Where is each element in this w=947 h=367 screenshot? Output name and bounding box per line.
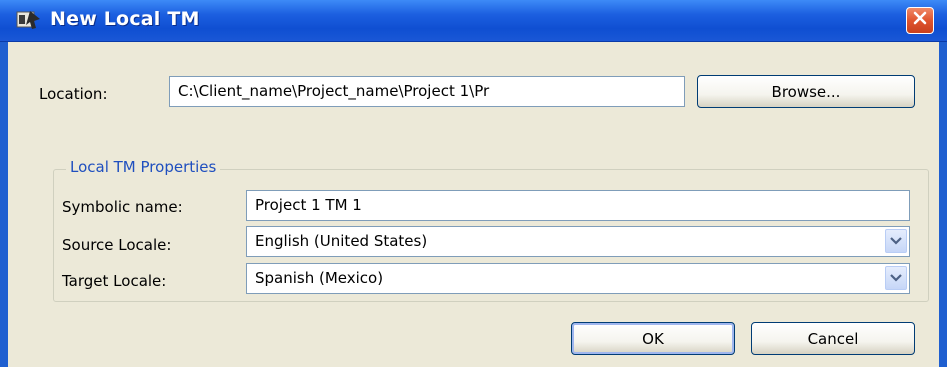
symbolic-name-label: Symbolic name: [62, 198, 183, 216]
browse-button[interactable]: Browse... [697, 75, 915, 108]
title-bar[interactable]: New Local TM [0, 0, 947, 42]
source-locale-dropdown-button[interactable] [885, 229, 907, 253]
location-field[interactable]: C:\Client_name\Project_name\Project 1\Pr [169, 76, 685, 107]
source-locale-select[interactable]: English (United States) [246, 226, 910, 257]
chevron-down-icon [890, 269, 902, 287]
window-title: New Local TM [50, 8, 200, 30]
close-button[interactable] [906, 7, 934, 34]
ok-button[interactable]: OK [571, 322, 735, 355]
source-locale-value: English (United States) [255, 232, 428, 250]
symbolic-name-field[interactable]: Project 1 TM 1 [246, 190, 910, 221]
group-label: Local TM Properties [66, 158, 221, 176]
chevron-down-icon [890, 232, 902, 250]
target-locale-label: Target Locale: [62, 272, 167, 290]
close-icon [912, 10, 928, 31]
location-label: Location: [39, 85, 108, 103]
target-locale-select[interactable]: Spanish (Mexico) [246, 263, 910, 294]
source-locale-label: Source Locale: [62, 236, 172, 254]
target-locale-dropdown-button[interactable] [885, 266, 907, 290]
target-locale-value: Spanish (Mexico) [255, 269, 384, 287]
app-icon [16, 9, 42, 31]
cancel-button[interactable]: Cancel [751, 322, 915, 355]
dialog-body: Location: C:\Client_name\Project_name\Pr… [8, 42, 939, 367]
